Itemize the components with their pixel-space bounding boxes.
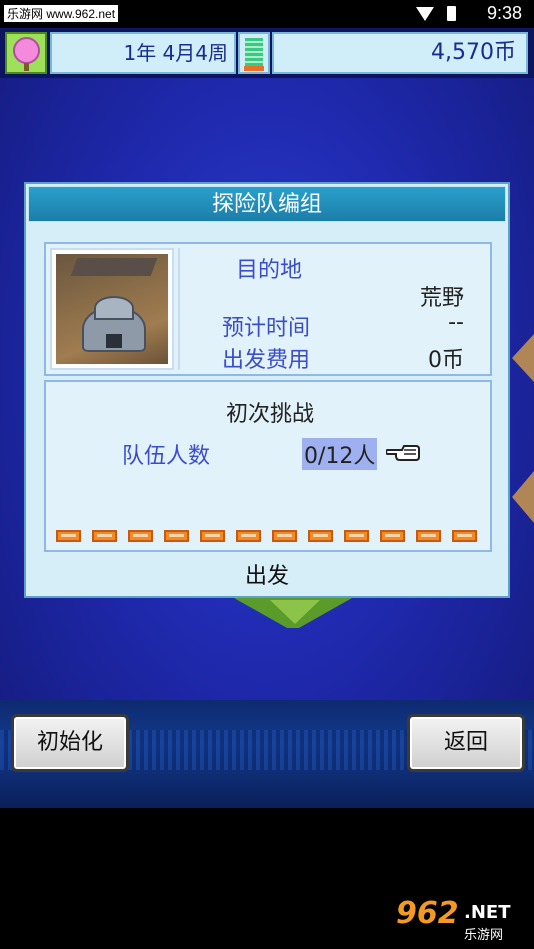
gauge-base <box>244 66 264 71</box>
site-logo: 962 .NET 乐游网 <box>394 896 528 944</box>
dome-top-shape <box>94 296 134 320</box>
destination-info: 目的地 荒野 预计时间 -- 出发费用 0币 <box>178 248 484 373</box>
destination-label: 目的地 <box>236 258 303 283</box>
member-slot[interactable] <box>236 530 261 542</box>
level-gauge-icon[interactable] <box>238 32 270 74</box>
dialog-title: 探险队编组 <box>28 186 506 222</box>
watermark-text: 乐游网 www.962.net <box>4 5 119 22</box>
member-slot[interactable] <box>92 530 117 542</box>
destination-panel: 目的地 荒野 预计时间 -- 出发费用 0币 <box>44 242 492 376</box>
battery-icon <box>447 6 456 21</box>
logo-number: 962 <box>396 896 459 931</box>
member-slot[interactable] <box>380 530 405 542</box>
destination-thumbnail[interactable] <box>50 248 174 370</box>
depart-button[interactable]: 出发 <box>26 558 508 590</box>
terrain-tile <box>512 334 534 382</box>
team-size-value[interactable]: 0/12人 <box>302 438 378 470</box>
bottom-bar: 初始化 返回 <box>0 700 534 808</box>
member-slot[interactable] <box>452 530 477 542</box>
member-slot[interactable] <box>416 530 441 542</box>
member-slot[interactable] <box>272 530 297 542</box>
wall-shape <box>70 258 158 276</box>
member-slots <box>56 530 486 542</box>
tree-crown-icon <box>13 37 40 64</box>
terrain-tile <box>512 471 534 523</box>
reset-button[interactable]: 初始化 <box>11 714 129 772</box>
dome-building-image <box>56 254 168 364</box>
member-slot[interactable] <box>200 530 225 542</box>
top-hud: 1年 4月4周 4,570币 <box>0 28 534 78</box>
cost-label: 出发费用 <box>222 348 311 373</box>
team-size-label: 队伍人数 <box>122 444 211 469</box>
tree-icon[interactable] <box>5 32 47 74</box>
logo-net: .NET <box>464 902 511 923</box>
destination-value: 荒野 <box>419 286 464 311</box>
wifi-icon <box>416 7 434 21</box>
game-area: 1年 4月4周 4,570币 探险队编组 目的地 荒野 预计时间 -- 出发费用… <box>0 28 534 808</box>
money-display: 4,570币 <box>272 32 528 74</box>
member-slot[interactable] <box>128 530 153 542</box>
member-slot[interactable] <box>308 530 333 542</box>
tree-trunk-icon <box>24 63 29 71</box>
team-panel: 初次挑战 队伍人数 0/12人 <box>44 380 492 552</box>
member-slot[interactable] <box>344 530 369 542</box>
date-display: 1年 4月4周 <box>50 32 236 74</box>
status-bar: 乐游网 www.962.net 9:38 <box>0 0 534 28</box>
clock: 9:38 <box>486 3 522 23</box>
door-shape <box>106 334 122 348</box>
back-button[interactable]: 返回 <box>407 714 525 772</box>
expedition-dialog: 探险队编组 目的地 荒野 预计时间 -- 出发费用 0币 初次挑战 队伍人数 0… <box>24 182 510 598</box>
pointing-hand-icon <box>386 445 420 461</box>
challenge-label: 初次挑战 <box>225 402 314 427</box>
member-slot[interactable] <box>164 530 189 542</box>
logo-subtitle: 乐游网 <box>464 928 504 943</box>
gauge-bars <box>245 38 263 66</box>
time-value: -- <box>448 310 464 335</box>
time-label: 预计时间 <box>222 316 311 341</box>
cost-value: 0币 <box>428 348 464 373</box>
member-slot[interactable] <box>56 530 81 542</box>
